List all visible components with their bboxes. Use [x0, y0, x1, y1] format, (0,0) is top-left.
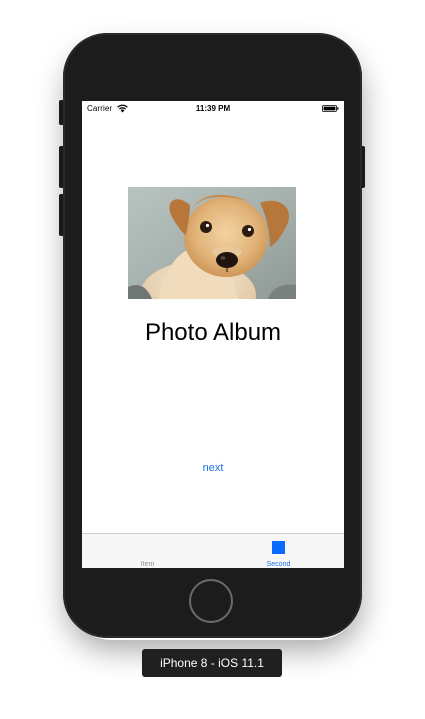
- square-icon: [272, 541, 285, 554]
- simulator-stage: Carrier 11:39 PM Photo Album next Item S…: [0, 0, 425, 719]
- device-label: iPhone 8 - iOS 11.1: [142, 649, 282, 677]
- battery-icon: [322, 105, 339, 112]
- puppy-illustration: [128, 187, 296, 299]
- page-title: Photo Album: [144, 319, 282, 346]
- status-time: 11:39 PM: [195, 104, 231, 113]
- puppy-photo: [128, 187, 296, 299]
- next-button[interactable]: next: [82, 462, 344, 474]
- tab-item-label: Item: [140, 561, 155, 568]
- tab-second[interactable]: Second: [213, 534, 344, 568]
- home-button[interactable]: [189, 579, 233, 623]
- tab-item[interactable]: Item: [82, 534, 213, 568]
- phone-screen: Carrier 11:39 PM Photo Album next Item S…: [82, 101, 344, 568]
- status-bar: Carrier 11:39 PM: [82, 101, 344, 117]
- tab-bar: Item Second: [82, 533, 344, 568]
- tab-second-label: Second: [266, 561, 291, 568]
